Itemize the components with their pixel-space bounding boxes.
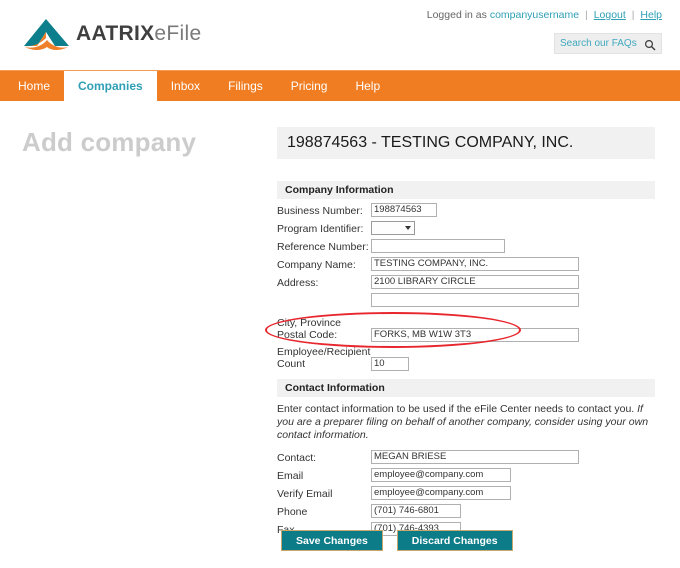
- employee-count-label: Employee/Recipient Count: [277, 344, 371, 370]
- main-navigation: Home Companies Inbox Filings Pricing Hel…: [0, 70, 680, 101]
- field-row-address2: [277, 293, 655, 309]
- field-row-email: Email employee@company.com: [277, 468, 655, 484]
- site-header: AATRIXeFile Logged in as companyusername…: [0, 0, 680, 70]
- phone-label: Phone: [277, 506, 308, 518]
- nav-item-inbox[interactable]: Inbox: [157, 71, 214, 101]
- field-row-contact: Contact: MEGAN BRIESE: [277, 450, 655, 466]
- page-content: Add company 198874563 - TESTING COMPANY,…: [0, 101, 680, 568]
- discard-changes-button[interactable]: Discard Changes: [396, 530, 513, 551]
- brand-name-light: eFile: [154, 22, 202, 45]
- page-title: Add company: [22, 127, 197, 157]
- company-name-label: Company Name:: [277, 259, 356, 271]
- faq-search-box[interactable]: Search our FAQs: [554, 33, 662, 54]
- phone-input[interactable]: (701) 746-6801: [371, 504, 461, 518]
- program-identifier-label: Program Identifier:: [277, 223, 364, 235]
- nav-item-pricing[interactable]: Pricing: [277, 71, 342, 101]
- verify-email-label: Verify Email: [277, 488, 333, 500]
- email-label: Email: [277, 470, 304, 482]
- nav-item-companies[interactable]: Companies: [64, 71, 157, 101]
- company-information-form: Business Number: 198874563 Program Ident…: [277, 203, 655, 371]
- contact-information-heading: Contact Information: [277, 379, 655, 397]
- employee-count-input[interactable]: 10: [371, 357, 409, 371]
- company-form-panel: 198874563 - TESTING COMPANY, INC. Compan…: [277, 127, 655, 540]
- chevron-down-icon: [405, 226, 411, 230]
- login-separator-2: |: [631, 9, 635, 21]
- brand-wordmark: AATRIXeFile: [76, 22, 201, 46]
- contact-help-text-normal: Enter contact information to be used if …: [277, 403, 638, 415]
- search-input-placeholder[interactable]: Search our FAQs: [560, 38, 644, 49]
- field-row-verify-email: Verify Email employee@company.com: [277, 486, 655, 502]
- contact-information-form: Contact: MEGAN BRIESE Email employee@com…: [277, 450, 655, 538]
- field-row-employee-count: Employee/Recipient Count 10: [277, 344, 655, 371]
- city-postal-label-line2: Postal Code:: [277, 329, 338, 341]
- page-root: AATRIXeFile Logged in as companyusername…: [0, 0, 680, 568]
- logged-in-username[interactable]: companyusername: [490, 9, 579, 21]
- brand-logo[interactable]: AATRIXeFile: [22, 14, 201, 54]
- address-line2-label: [277, 293, 371, 295]
- logout-link[interactable]: Logout: [594, 9, 626, 21]
- verify-email-input[interactable]: employee@company.com: [371, 486, 511, 500]
- email-input[interactable]: employee@company.com: [371, 468, 511, 482]
- search-icon[interactable]: [644, 38, 656, 50]
- save-changes-button[interactable]: Save Changes: [281, 530, 383, 551]
- login-separator-1: |: [585, 9, 588, 21]
- employee-count-label-line1: Employee/Recipient: [277, 346, 371, 358]
- help-link[interactable]: Help: [640, 9, 662, 21]
- company-name-input[interactable]: TESTING COMPANY, INC.: [371, 257, 579, 271]
- field-row-address: Address: 2100 LIBRARY CIRCLE: [277, 275, 655, 291]
- business-number-label: Business Number:: [277, 205, 363, 217]
- address-label: Address:: [277, 277, 319, 289]
- company-information-heading: Company Information: [277, 181, 655, 199]
- business-number-input[interactable]: 198874563: [371, 203, 437, 217]
- field-row-phone: Phone (701) 746-6801: [277, 504, 655, 520]
- login-status-bar: Logged in as companyusername | Logout | …: [427, 9, 662, 21]
- city-postal-label-line1: City, Province: [277, 317, 341, 329]
- nav-item-home[interactable]: Home: [4, 71, 64, 101]
- contact-help-text: Enter contact information to be used if …: [277, 403, 649, 442]
- logged-in-prefix: Logged in as: [426, 9, 487, 21]
- contact-input[interactable]: MEGAN BRIESE: [371, 450, 579, 464]
- employee-count-label-line2: Count: [277, 358, 306, 370]
- company-banner: 198874563 - TESTING COMPANY, INC.: [277, 127, 655, 159]
- form-actions: Save Changes Discard Changes: [281, 530, 513, 551]
- contact-label: Contact:: [277, 452, 317, 464]
- city-postal-label: City, Province Postal Code:: [277, 315, 371, 341]
- field-row-reference-number: Reference Number:: [277, 239, 655, 255]
- address-line1-input[interactable]: 2100 LIBRARY CIRCLE: [371, 275, 579, 289]
- city-postal-input[interactable]: FORKS, MB W1W 3T3: [371, 328, 579, 342]
- reference-number-label: Reference Number:: [277, 241, 369, 253]
- field-row-city-postal: City, Province Postal Code: FORKS, MB W1…: [277, 315, 655, 342]
- aatrix-mountain-logo-icon: [22, 16, 72, 52]
- reference-number-input[interactable]: [371, 239, 505, 253]
- address-line2-input[interactable]: [371, 293, 579, 307]
- field-row-business-number: Business Number: 198874563: [277, 203, 655, 219]
- nav-item-help[interactable]: Help: [341, 71, 394, 101]
- field-row-company-name: Company Name: TESTING COMPANY, INC.: [277, 257, 655, 273]
- field-row-program-identifier: Program Identifier:: [277, 221, 655, 237]
- brand-name-bold: AATRIX: [76, 22, 155, 45]
- nav-item-filings[interactable]: Filings: [214, 71, 277, 101]
- program-identifier-select[interactable]: [371, 221, 415, 235]
